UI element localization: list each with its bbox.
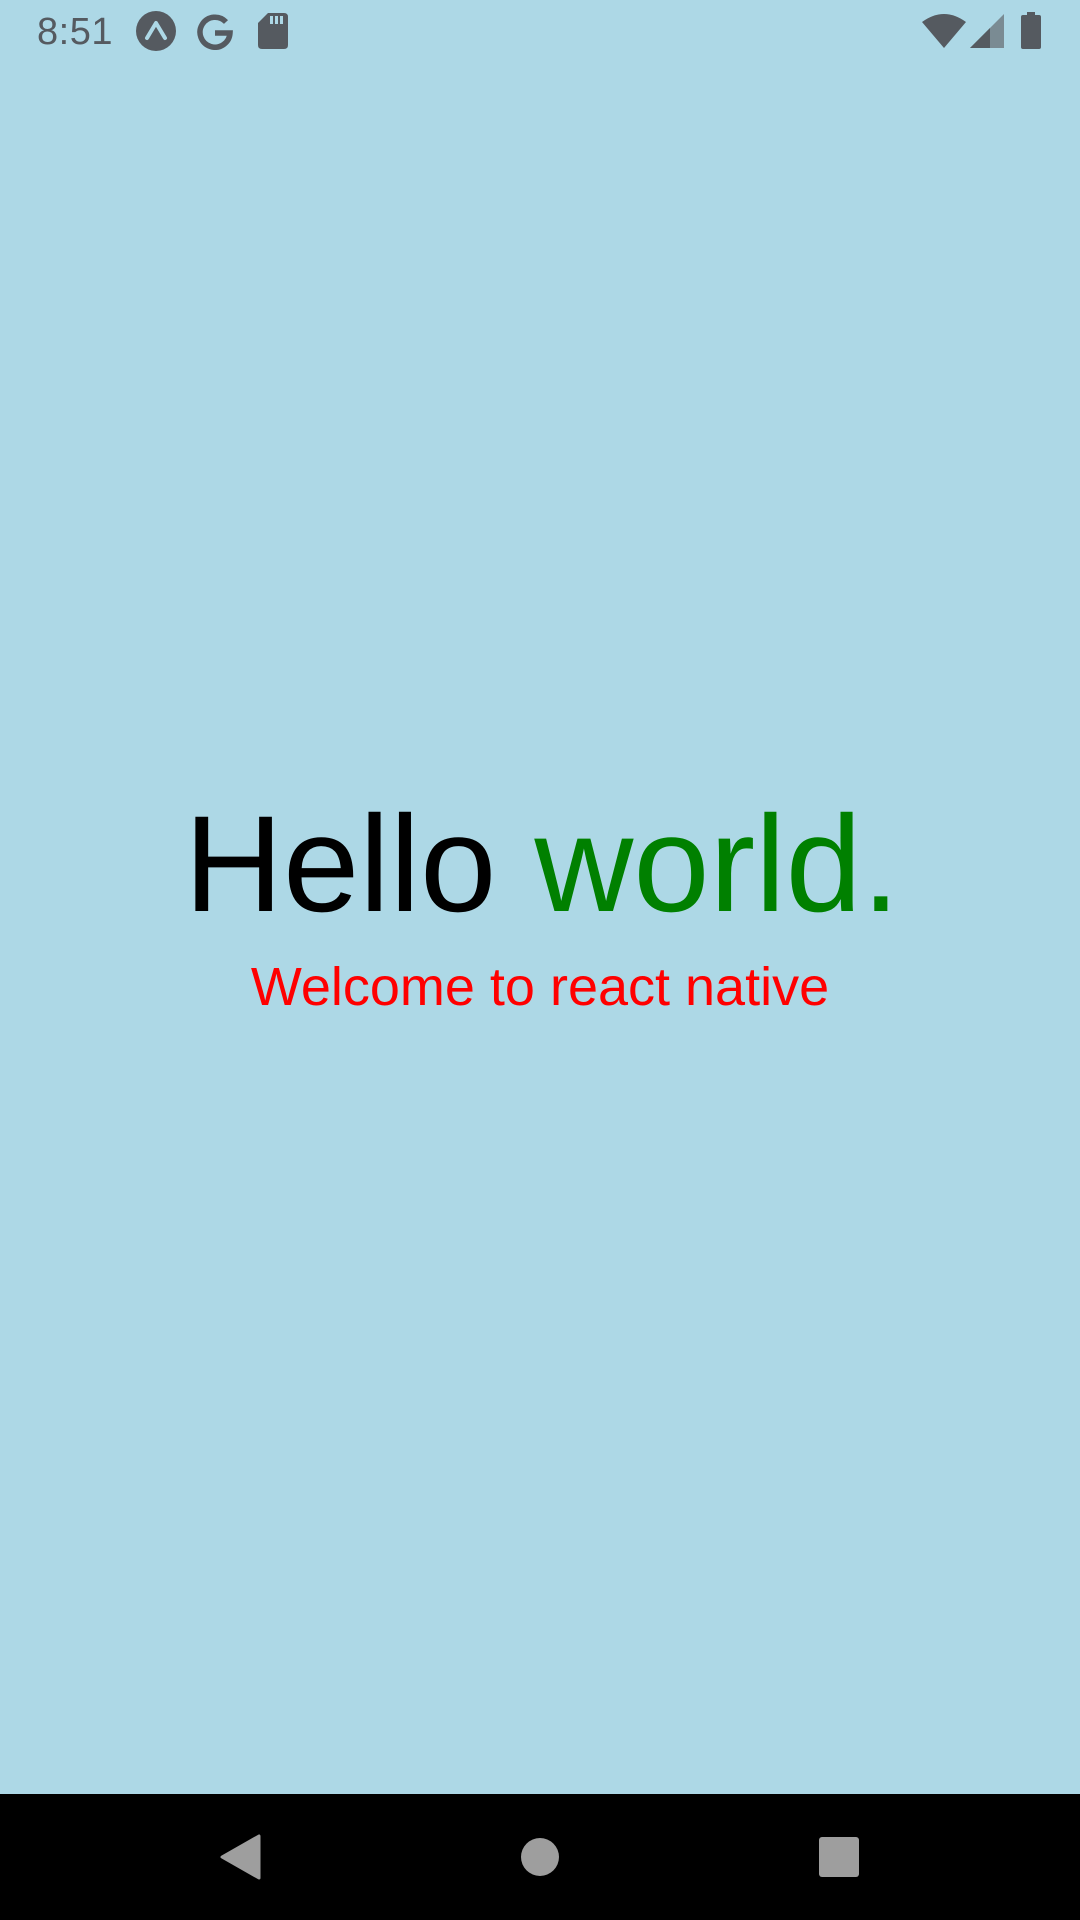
recents-button[interactable] xyxy=(769,1794,909,1920)
headline: Hello world. xyxy=(0,790,1080,940)
back-button[interactable] xyxy=(170,1794,310,1920)
back-icon xyxy=(220,1834,261,1880)
home-button[interactable] xyxy=(470,1794,610,1920)
headline-world: world. xyxy=(534,788,900,941)
headline-hello: Hello xyxy=(184,788,535,941)
navigation-bar xyxy=(0,1794,1080,1920)
home-icon xyxy=(521,1838,559,1876)
app-screen: Hello world. Welcome to react native xyxy=(0,0,1080,1794)
subtitle: Welcome to react native xyxy=(250,957,830,1017)
recents-icon xyxy=(819,1837,859,1877)
